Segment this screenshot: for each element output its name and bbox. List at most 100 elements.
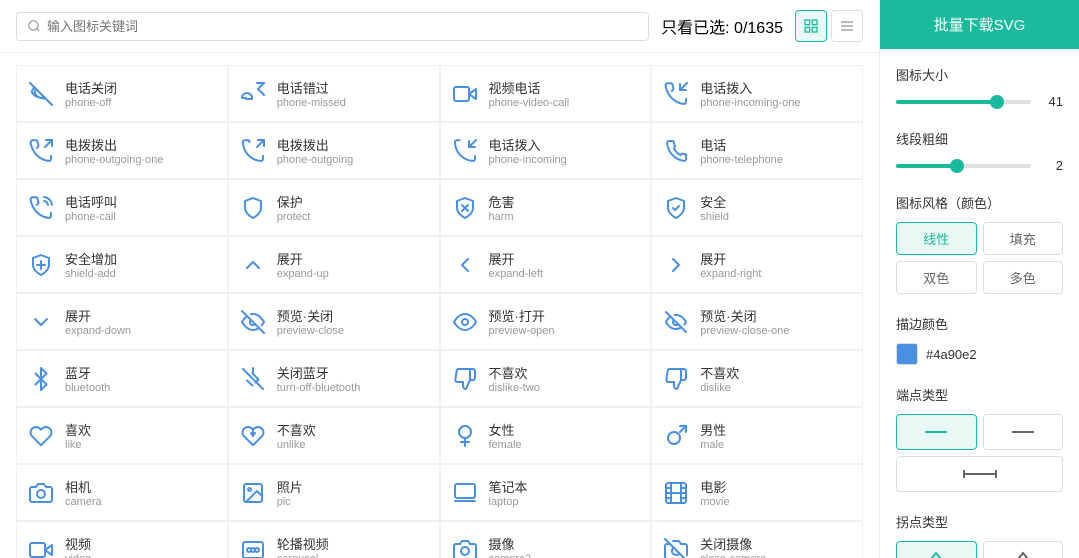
endpoint-triple-btn[interactable] — [896, 456, 1063, 492]
endpoint-flat-btn[interactable] — [983, 414, 1064, 450]
icon-cell-phone-missed[interactable]: 电话错过 phone-missed ··· — [228, 65, 440, 122]
icon-cell-phone-incoming-one[interactable]: 电话拨入 phone-incoming-one ··· — [651, 65, 863, 122]
icon-name-en: female — [489, 439, 522, 451]
icon-cell-preview-close[interactable]: 预览·关闭 preview-close ··· — [228, 293, 440, 350]
icon-cell-phone-outgoing-one[interactable]: 电拨拨出 phone-outgoing-one ··· — [16, 122, 228, 179]
icon-cell-protect[interactable]: 保护 protect ··· — [228, 179, 440, 236]
phone-outgoing2-icon — [241, 139, 265, 163]
icon-cell-preview-open[interactable]: 预览·打开 preview-open ··· — [440, 293, 652, 350]
icon-name-en: phone-incoming-one — [700, 97, 800, 109]
batch-download-button[interactable]: 批量下载SVG — [880, 0, 1079, 49]
icon-cell-dislike[interactable]: 不喜欢 dislike ··· — [651, 350, 863, 407]
icon-cell-phone-off[interactable]: 电话关闭 phone-off ··· — [16, 65, 228, 122]
dislike2-icon — [664, 367, 688, 391]
icon-cell-unlike[interactable]: 不喜欢 unlike ··· — [228, 407, 440, 464]
icon-name-en: pic — [277, 496, 303, 508]
icon-size-track[interactable] — [896, 100, 1031, 104]
style-two-color-btn[interactable]: 双色 — [896, 261, 977, 294]
style-multi-color-btn[interactable]: 多色 — [983, 261, 1064, 294]
anchor-grid — [896, 541, 1063, 558]
icon-image — [239, 137, 267, 165]
icon-name-en: male — [700, 439, 726, 451]
icon-cell-harm[interactable]: 危害 harm ··· — [440, 179, 652, 236]
icon-cell-preview-close-one[interactable]: 预览·关闭 preview-close-one ··· — [651, 293, 863, 350]
color-hex: #4a90e2 — [926, 347, 977, 362]
endpoint-round-btn[interactable] — [896, 414, 977, 450]
icon-cell-close-camera[interactable]: 关闭摄像 close-camera ··· — [651, 521, 863, 558]
icon-cell-laptop[interactable]: 笔记本 laptop ··· — [440, 464, 652, 521]
icon-name-en: shield — [700, 211, 729, 223]
icon-cell-phone-call[interactable]: 电话呼叫 phone-call ··· — [16, 179, 228, 236]
icon-cell-like[interactable]: 喜欢 like ··· — [16, 407, 228, 464]
anchor-miter-btn[interactable] — [983, 541, 1064, 558]
icon-info: 展开 expand-up — [277, 249, 329, 280]
icon-cell-bluetooth[interactable]: 蓝牙 bluetooth ··· — [16, 350, 228, 407]
icon-name-zh: 电话错过 — [277, 78, 346, 97]
icon-cell-turn-off-bluetooth[interactable]: 关闭蓝牙 turn-off-bluetooth ··· — [228, 350, 440, 407]
grid-view-button[interactable] — [795, 10, 827, 42]
icon-cell-phone-video-call[interactable]: 视频电话 phone-video-call ··· — [440, 65, 652, 122]
icon-cell-shield-add[interactable]: 安全增加 shield-add ··· — [16, 236, 228, 293]
icon-cell-expand-down[interactable]: 展开 expand-down ··· — [16, 293, 228, 350]
icon-image — [451, 308, 479, 336]
icon-image — [662, 308, 690, 336]
style-fill-btn[interactable]: 填充 — [983, 222, 1064, 255]
expand-left-icon — [453, 253, 477, 277]
icon-size-thumb[interactable] — [990, 95, 1004, 109]
icon-cell-pic[interactable]: 照片 pic ··· — [228, 464, 440, 521]
phone-call-icon — [29, 196, 53, 220]
icon-cell-phone-incoming[interactable]: 电话拨入 phone-incoming ··· — [440, 122, 652, 179]
icon-image — [451, 251, 479, 279]
shield-check-icon — [664, 196, 688, 220]
icon-cell-movie[interactable]: 电影 movie ··· — [651, 464, 863, 521]
search-input-wrap[interactable] — [16, 12, 649, 41]
icon-image — [239, 479, 267, 507]
dislike-icon — [453, 367, 477, 391]
phone-missed-icon — [241, 82, 265, 106]
icon-name-en: phone-missed — [277, 97, 346, 109]
icon-image — [451, 137, 479, 165]
icon-name-en: expand-left — [489, 268, 543, 280]
icon-info: 女性 female — [489, 420, 522, 451]
icon-image — [27, 80, 55, 108]
camera2-icon — [453, 538, 477, 558]
icon-name-en: shield-add — [65, 268, 117, 280]
grid-icon — [803, 18, 819, 34]
icon-name-en: phone-outgoing-one — [65, 154, 163, 166]
icon-name-en: preview-close-one — [700, 325, 789, 337]
icon-name-zh: 男性 — [700, 420, 726, 439]
anchor-round-btn[interactable] — [896, 541, 977, 558]
icon-info: 摄像 camera2 — [489, 534, 532, 558]
icon-cell-expand-right[interactable]: 展开 expand-right ··· — [651, 236, 863, 293]
search-info: 只看已选: 0/1635 — [661, 14, 783, 38]
film-icon — [664, 481, 688, 505]
icon-name-en: harm — [489, 211, 515, 223]
icon-cell-phone-outgoing[interactable]: 电拨拨出 phone-outgoing ··· — [228, 122, 440, 179]
icon-cell-expand-up[interactable]: 展开 expand-up ··· — [228, 236, 440, 293]
stroke-color-section: 描边颜色 #4a90e2 — [896, 314, 1063, 365]
icon-cell-shield[interactable]: 安全 shield ··· — [651, 179, 863, 236]
icon-cell-expand-left[interactable]: 展开 expand-left ··· — [440, 236, 652, 293]
icon-cell-video[interactable]: 视频 video ··· — [16, 521, 228, 558]
icon-name-zh: 蓝牙 — [65, 363, 110, 382]
eye-off-icon — [241, 310, 265, 334]
style-linear-btn[interactable]: 线性 — [896, 222, 977, 255]
expand-up-icon — [241, 253, 265, 277]
stroke-track[interactable] — [896, 164, 1031, 168]
endpoint-section: 端点类型 — [896, 385, 1063, 492]
list-view-button[interactable] — [831, 10, 863, 42]
icon-cell-camera2[interactable]: 摄像 camera2 ··· — [440, 521, 652, 558]
icon-cell-carousel[interactable]: 轮播视频 carousel ··· — [228, 521, 440, 558]
icon-cell-male[interactable]: 男性 male ··· — [651, 407, 863, 464]
icon-info: 蓝牙 bluetooth — [65, 363, 110, 394]
search-input[interactable] — [47, 19, 638, 34]
icon-cell-camera[interactable]: 相机 camera ··· — [16, 464, 228, 521]
icon-name-zh: 安全增加 — [65, 249, 117, 268]
color-swatch[interactable] — [896, 343, 918, 365]
icon-name-en: movie — [700, 496, 729, 508]
icon-cell-dislike-two[interactable]: 不喜欢 dislike-two ··· — [440, 350, 652, 407]
stroke-thumb[interactable] — [950, 159, 964, 173]
eye-off2-icon — [664, 310, 688, 334]
icon-cell-phone-telephone[interactable]: 电话 phone-telephone ··· — [651, 122, 863, 179]
icon-cell-female[interactable]: 女性 female ··· — [440, 407, 652, 464]
